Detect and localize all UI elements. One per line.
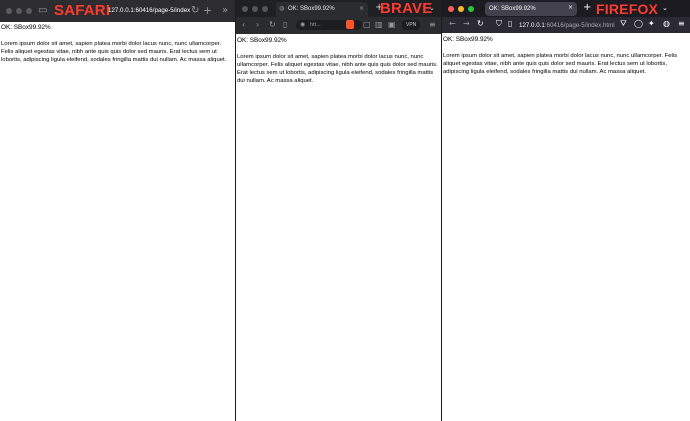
address-bar[interactable]: 127.0.0.1:60416/page-5/index.html (519, 22, 615, 29)
page-content: OK: SBox99.92% Lorem ipsum dolor sit ame… (236, 34, 441, 85)
reload-icon[interactable]: ↻ (477, 20, 484, 28)
window-controls (242, 6, 268, 12)
account-icon[interactable]: ◍ (663, 20, 670, 28)
page-content: OK: SBox99.92% Lorem ipsum dolor sit ame… (442, 33, 690, 76)
back-icon[interactable]: ‹ (242, 21, 245, 29)
maximize-window-button[interactable] (26, 8, 32, 14)
new-tab-plus-icon[interactable]: + (203, 5, 212, 16)
active-tab[interactable]: OK: SBox99.92% × (485, 2, 577, 16)
window-controls (6, 8, 32, 14)
wallet-icon[interactable]: ▣ (388, 21, 396, 29)
close-window-button[interactable] (6, 8, 12, 14)
tab-title: OK: SBox99.92% (489, 6, 536, 12)
minimize-window-button[interactable] (458, 6, 464, 12)
chevron-down-icon[interactable]: ⌄ (662, 5, 668, 12)
brave-shields-icon[interactable] (346, 20, 354, 29)
lorem-paragraph: Lorem ipsum dolor sit amet, sapien plate… (1, 40, 227, 63)
status-text: OK: SBox99.92% (443, 36, 493, 43)
shield-icon[interactable]: ⛉ (496, 20, 502, 28)
reload-icon[interactable]: ↻ (269, 21, 276, 29)
browser-brand-label: BRAVE (380, 0, 433, 17)
brave-toolbar: ◍ OK: SBox99.92% × + BRAVE ⌄ ‹ › ↻ ▯ ◉ h… (236, 0, 441, 34)
overflow-chevron-icon[interactable]: » (222, 6, 228, 16)
tab-title: OK: SBox99.92% (288, 6, 335, 12)
maximize-window-button[interactable] (468, 6, 474, 12)
url-host: 127.0.0.1 (519, 22, 545, 29)
browser-brand-label: FIREFOX (596, 1, 659, 17)
page-icon: ▯ (508, 19, 513, 28)
browser-brand-label: SAFARI (54, 2, 111, 19)
address-bar[interactable]: 127.0.0.1:60416/page-5/index.h (108, 7, 190, 14)
safari-toolbar: ▭ SAFARI 127.0.0.1:60416/page-5/index.h … (0, 0, 235, 22)
pocket-icon[interactable]: ⛛ (620, 20, 627, 28)
lorem-paragraph: Lorem ipsum dolor sit amet, sapien plate… (443, 52, 678, 75)
extensions-icon[interactable]: ▢ (363, 21, 371, 29)
chevron-down-icon[interactable]: ⌄ (429, 5, 435, 12)
forward-icon[interactable]: › (256, 21, 259, 29)
safari-window: ▭ SAFARI 127.0.0.1:60416/page-5/index.h … (0, 0, 235, 421)
minimize-window-button[interactable] (252, 6, 258, 12)
close-tab-icon[interactable]: × (568, 5, 573, 11)
lorem-paragraph: Lorem ipsum dolor sit amet, sapien plate… (237, 53, 438, 85)
brave-window: ◍ OK: SBox99.92% × + BRAVE ⌄ ‹ › ↻ ▯ ◉ h… (236, 0, 441, 421)
close-tab-icon[interactable]: × (359, 6, 364, 12)
new-tab-plus-icon[interactable]: + (583, 3, 591, 13)
menu-icon[interactable]: ≡ (678, 20, 685, 28)
extensions-icon[interactable]: ✦ (648, 20, 655, 28)
navigation-bar: ← → ↻ ⛉ ▯ 127.0.0.1:60416/page-5/index.h… (442, 17, 690, 33)
url-path: :60416/page-5/index.html (544, 22, 615, 29)
maximize-window-button[interactable] (262, 6, 268, 12)
minimize-window-button[interactable] (16, 8, 22, 14)
reload-icon[interactable]: ↻ (191, 6, 199, 16)
sidebar-icon[interactable]: ▥ (375, 21, 383, 29)
vpn-button[interactable]: VPN (402, 20, 421, 30)
firefox-window: OK: SBox99.92% × + FIREFOX ⌄ ← → ↻ ⛉ ▯ 1… (442, 0, 690, 421)
firefox-toolbar: OK: SBox99.92% × + FIREFOX ⌄ ← → ↻ ⛉ ▯ 1… (442, 0, 690, 33)
close-window-button[interactable] (242, 6, 248, 12)
close-window-button[interactable] (448, 6, 454, 12)
active-tab[interactable]: ◍ OK: SBox99.92% × (276, 2, 368, 17)
status-text: OK: SBox99.92% (1, 24, 51, 31)
tab-strip: OK: SBox99.92% × + FIREFOX ⌄ (442, 0, 690, 17)
address-text: htt... (310, 22, 321, 28)
forward-icon[interactable]: → (463, 20, 470, 28)
account-icon[interactable]: ◯ (634, 20, 643, 28)
globe-icon: ◍ (279, 5, 285, 12)
back-icon[interactable]: ← (449, 20, 456, 28)
page-content: OK: SBox99.92% Lorem ipsum dolor sit ame… (0, 22, 235, 64)
site-info-icon[interactable]: ◉ (300, 22, 305, 28)
sidebar-icon[interactable]: ▭ (38, 6, 47, 16)
menu-icon[interactable]: ≡ (429, 21, 436, 29)
status-text: OK: SBox99.92% (237, 37, 287, 44)
tab-strip: ◍ OK: SBox99.92% × + BRAVE ⌄ (236, 0, 441, 17)
window-controls (448, 6, 474, 12)
bookmark-icon[interactable]: ▯ (283, 21, 287, 29)
